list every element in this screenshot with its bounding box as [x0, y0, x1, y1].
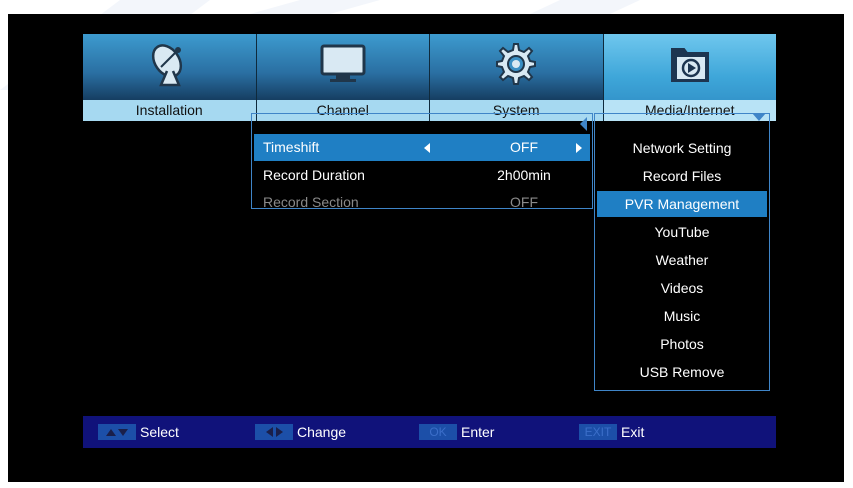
help-bar: Select Change OK Enter EXIT Exit — [83, 416, 776, 448]
setting-row-record-duration[interactable]: Record Duration 2h00min — [254, 162, 590, 189]
tab-media-internet[interactable]: Media/Internet — [603, 34, 776, 121]
tab-installation[interactable]: Installation — [83, 34, 257, 121]
help-enter: OK Enter — [419, 416, 494, 448]
satellite-dish-icon — [147, 41, 191, 92]
submenu-item-usb-remove[interactable]: USB Remove — [597, 359, 767, 385]
tab-system[interactable]: System — [430, 34, 604, 121]
submenu-pointer-icon — [752, 113, 766, 121]
arrow-left-icon[interactable] — [424, 143, 430, 153]
arrow-right-icon[interactable] — [576, 143, 582, 153]
panel-pointer-icon — [580, 117, 587, 131]
setting-label: Record Section — [263, 194, 359, 210]
setting-label: Timeshift — [263, 139, 320, 155]
media-folder-icon — [668, 43, 712, 90]
setting-value: OFF — [510, 194, 538, 210]
main-menu-tabs: Installation Channel System Media/Intern… — [83, 34, 776, 121]
setting-value: 2h00min — [497, 167, 551, 183]
setting-value: OFF — [510, 139, 538, 155]
submenu-item-record-files[interactable]: Record Files — [597, 163, 767, 189]
help-change: Change — [255, 416, 346, 448]
help-change-label: Change — [297, 424, 347, 440]
ok-key-icon: OK — [419, 424, 457, 440]
exit-key-icon: EXIT — [579, 424, 617, 440]
pvr-settings-panel: Timeshift OFF Record Duration 2h00min Re… — [251, 113, 593, 210]
setting-row-timeshift[interactable]: Timeshift OFF — [254, 134, 590, 161]
submenu-item-pvr-management[interactable]: PVR Management — [597, 191, 767, 217]
help-exit: EXIT Exit — [579, 416, 644, 448]
submenu-item-music[interactable]: Music — [597, 303, 767, 329]
help-select: Select — [98, 416, 179, 448]
gear-icon — [493, 41, 539, 92]
help-exit-label: Exit — [621, 424, 645, 440]
tab-channel[interactable]: Channel — [256, 34, 430, 121]
setting-label: Record Duration — [263, 167, 365, 183]
submenu-item-photos[interactable]: Photos — [597, 331, 767, 357]
submenu-item-weather[interactable]: Weather — [597, 247, 767, 273]
help-enter-label: Enter — [461, 424, 495, 440]
left-right-key-icon — [255, 424, 293, 440]
submenu-item-videos[interactable]: Videos — [597, 275, 767, 301]
setting-row-record-section: Record Section OFF — [254, 189, 590, 216]
up-down-key-icon — [98, 424, 136, 440]
help-select-label: Select — [140, 424, 179, 440]
tab-label: Installation — [83, 100, 256, 121]
media-internet-submenu: Network Setting Record Files PVR Managem… — [594, 113, 770, 391]
submenu-item-youtube[interactable]: YouTube — [597, 219, 767, 245]
submenu-item-network-setting[interactable]: Network Setting — [597, 135, 767, 161]
tv-icon — [319, 43, 367, 90]
